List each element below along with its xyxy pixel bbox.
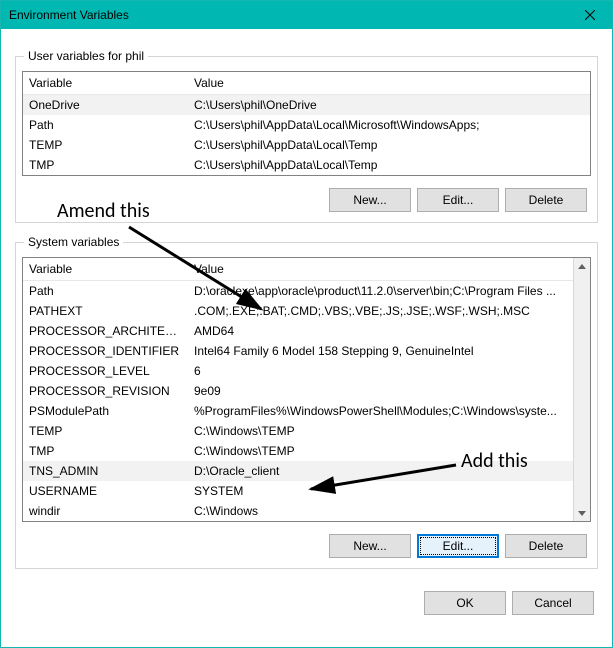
cell-variable: TEMP [23,135,188,155]
user-new-button[interactable]: New... [329,188,411,212]
table-row[interactable]: TEMP C:\Windows\TEMP [23,421,573,441]
cell-variable: Path [23,115,188,135]
cell-variable: OneDrive [23,95,188,116]
scroll-down-icon[interactable] [574,504,590,521]
cell-value: C:\Users\phil\AppData\Local\Temp [188,155,590,175]
cancel-button[interactable]: Cancel [512,591,594,615]
cell-variable: TMP [23,155,188,175]
table-row[interactable]: USERNAME SYSTEM [23,481,573,501]
cell-variable: PROCESSOR_ARCHITECTURE [23,321,188,341]
scrollbar[interactable] [573,258,590,521]
table-row[interactable]: TEMP C:\Users\phil\AppData\Local\Temp [23,135,590,155]
user-variables-table[interactable]: Variable Value OneDrive C:\Users\phil\On… [23,72,590,175]
cell-variable: PATHEXT [23,301,188,321]
window-title: Environment Variables [9,8,568,22]
table-header-row: Variable Value [23,258,573,281]
table-row[interactable]: OneDrive C:\Users\phil\OneDrive [23,95,590,116]
table-row[interactable]: windir C:\Windows [23,501,573,521]
user-variables-legend: User variables for phil [24,49,148,63]
table-row[interactable]: PROCESSOR_REVISION 9e09 [23,381,573,401]
system-variables-legend: System variables [24,235,123,249]
cell-variable: PROCESSOR_IDENTIFIER [23,341,188,361]
user-edit-button[interactable]: Edit... [417,188,499,212]
ok-button[interactable]: OK [424,591,506,615]
cell-variable: windir [23,501,188,521]
close-icon [585,10,595,20]
cell-value: 9e09 [188,381,573,401]
system-new-button[interactable]: New... [329,534,411,558]
system-delete-button[interactable]: Delete [505,534,587,558]
cell-variable: TEMP [23,421,188,441]
cell-value: C:\Windows\TEMP [188,441,573,461]
cell-variable: PSModulePath [23,401,188,421]
system-variables-table[interactable]: Variable Value Path D:\oraclexe\app\orac… [23,258,573,521]
dialog-buttons-row: OK Cancel [1,591,594,615]
cell-value: C:\Users\phil\OneDrive [188,95,590,116]
column-header-value[interactable]: Value [188,72,590,95]
system-variables-table-wrap: Variable Value Path D:\oraclexe\app\orac… [22,257,591,522]
scroll-track[interactable] [574,275,590,504]
table-row[interactable]: TMP C:\Windows\TEMP [23,441,573,461]
cell-value: C:\Windows\TEMP [188,421,573,441]
cell-variable: Path [23,281,188,302]
table-row[interactable]: PSModulePath %ProgramFiles%\WindowsPower… [23,401,573,421]
table-row[interactable]: PROCESSOR_LEVEL 6 [23,361,573,381]
user-variables-group: User variables for phil Variable Value O… [15,49,598,223]
cell-value: .COM;.EXE;.BAT;.CMD;.VBS;.VBE;.JS;.JSE;.… [188,301,573,321]
system-edit-button[interactable]: Edit... [417,534,499,558]
cell-value: Intel64 Family 6 Model 158 Stepping 9, G… [188,341,573,361]
user-buttons-row: New... Edit... Delete [22,188,591,212]
cell-variable: TNS_ADMIN [23,461,188,481]
system-buttons-row: New... Edit... Delete [22,534,591,558]
table-row[interactable]: PROCESSOR_IDENTIFIER Intel64 Family 6 Mo… [23,341,573,361]
table-row[interactable]: TNS_ADMIN D:\Oracle_client [23,461,573,481]
cell-variable: TMP [23,441,188,461]
cell-variable: PROCESSOR_LEVEL [23,361,188,381]
cell-value: 6 [188,361,573,381]
cell-value: C:\Users\phil\AppData\Local\Microsoft\Wi… [188,115,590,135]
cell-value: D:\oraclexe\app\oracle\product\11.2.0\se… [188,281,573,302]
table-header-row: Variable Value [23,72,590,95]
cell-value: C:\Windows [188,501,573,521]
table-row[interactable]: Path D:\oraclexe\app\oracle\product\11.2… [23,281,573,302]
cell-variable: PROCESSOR_REVISION [23,381,188,401]
column-header-value[interactable]: Value [188,258,573,281]
close-button[interactable] [568,1,612,29]
column-header-variable[interactable]: Variable [23,258,188,281]
user-variables-table-wrap: Variable Value OneDrive C:\Users\phil\On… [22,71,591,176]
table-row[interactable]: TMP C:\Users\phil\AppData\Local\Temp [23,155,590,175]
cell-value: C:\Users\phil\AppData\Local\Temp [188,135,590,155]
cell-value: SYSTEM [188,481,573,501]
cell-variable: USERNAME [23,481,188,501]
user-delete-button[interactable]: Delete [505,188,587,212]
table-row[interactable]: PATHEXT .COM;.EXE;.BAT;.CMD;.VBS;.VBE;.J… [23,301,573,321]
table-row[interactable]: PROCESSOR_ARCHITECTURE AMD64 [23,321,573,341]
column-header-variable[interactable]: Variable [23,72,188,95]
titlebar: Environment Variables [1,1,612,29]
system-variables-group: System variables Variable Value Path D:\… [15,235,598,569]
cell-value: AMD64 [188,321,573,341]
scroll-up-icon[interactable] [574,258,590,275]
cell-value: %ProgramFiles%\WindowsPowerShell\Modules… [188,401,573,421]
cell-value: D:\Oracle_client [188,461,573,481]
table-row[interactable]: Path C:\Users\phil\AppData\Local\Microso… [23,115,590,135]
